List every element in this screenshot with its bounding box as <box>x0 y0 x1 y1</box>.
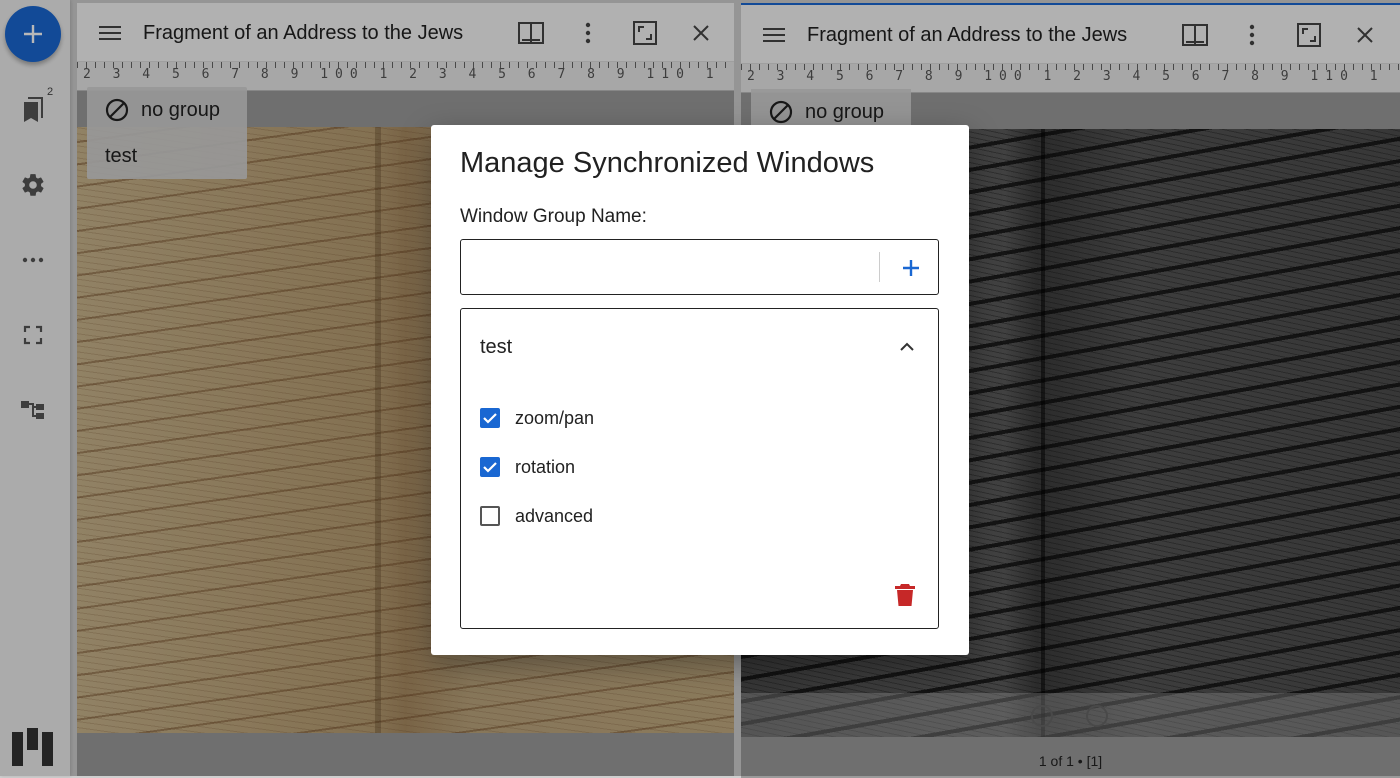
check-icon <box>483 413 497 424</box>
trash-icon <box>895 584 915 606</box>
checkbox-label: rotation <box>515 456 576 477</box>
checkbox-zoom-pan[interactable] <box>480 408 500 428</box>
group-name-label: Window Group Name: <box>460 206 647 227</box>
check-icon <box>483 462 497 473</box>
group-name-input[interactable] <box>462 241 877 293</box>
group-name-field <box>460 239 939 295</box>
delete-group-button[interactable] <box>889 579 921 611</box>
sync-option-zoom-pan[interactable]: zoom/pan <box>480 403 594 433</box>
checkbox-advanced[interactable] <box>480 506 500 526</box>
add-group-button[interactable] <box>891 248 931 288</box>
sync-option-rotation[interactable]: rotation <box>480 452 575 482</box>
chevron-up-icon <box>900 342 914 351</box>
checkbox-label: advanced <box>515 505 594 526</box>
plus-icon <box>903 260 919 276</box>
group-name: test <box>480 336 513 358</box>
collapse-group-button[interactable] <box>893 333 921 361</box>
manage-sync-dialog: Manage Synchronized Windows Window Group… <box>431 125 969 655</box>
checkbox-label: zoom/pan <box>515 407 595 428</box>
sync-option-advanced[interactable]: advanced <box>480 501 593 531</box>
checkbox-rotation[interactable] <box>480 457 500 477</box>
dialog-title: Manage Synchronized Windows <box>460 147 875 179</box>
group-card: test zoom/pan rotation advanced <box>460 308 939 629</box>
